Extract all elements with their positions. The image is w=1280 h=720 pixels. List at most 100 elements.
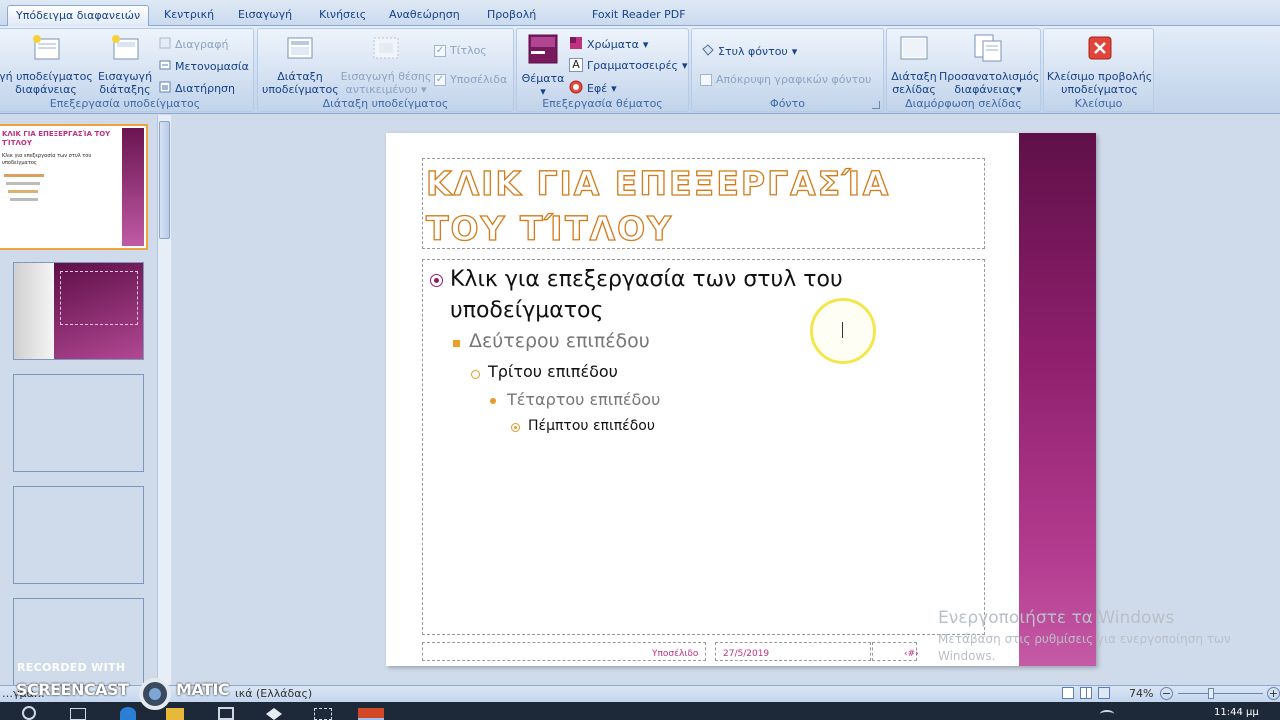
slide-number-text: ‹#› (904, 649, 919, 659)
level1-line2: υποδείγματος (450, 298, 604, 323)
tab-review[interactable]: Αναθεώρηση (381, 5, 468, 26)
page-setup-button[interactable]: Διάταξη σελίδας (891, 33, 937, 96)
thumbnails-scrollbar[interactable] (157, 115, 171, 685)
normal-view-icon[interactable] (1062, 687, 1074, 699)
colors-button[interactable]: Χρώματα ▾ (569, 36, 648, 53)
network-icon[interactable] (1100, 710, 1114, 718)
slide-decorative-sidebar (1019, 133, 1096, 666)
watermark-line1: Ενεργοποιήστε τα Windows (938, 608, 1175, 628)
dropbox-icon[interactable] (266, 708, 282, 720)
tab-slide-master[interactable]: Υπόδειγμα διαφανειών (7, 5, 150, 27)
tab-home[interactable]: Κεντρική (156, 5, 222, 26)
thumbnail-layout-3[interactable] (13, 374, 144, 472)
footers-checkbox[interactable]: ✓ Υποσέλιδα (434, 73, 507, 86)
slide-orientation-button[interactable]: Προσανατολισμός διαφάνειας▾ (939, 33, 1040, 96)
page-setup-label1: Διάταξη (891, 70, 937, 83)
close-master-label1: Κλείσιμο προβολής (1046, 70, 1153, 83)
zoom-slider[interactable] (1178, 688, 1263, 699)
zoom-in-icon[interactable]: + (1267, 687, 1280, 700)
rename-label: Μετονομασία (175, 60, 249, 73)
master-layout-label2: υποδείγματος (262, 83, 339, 96)
insert-slide-master-button[interactable]: γή υποδείγματος διαφάνειας (0, 33, 95, 96)
zoom-slider-thumb[interactable] (1208, 688, 1214, 699)
colors-label: Χρώματα (587, 38, 639, 51)
level3-text: Τρίτου επιπέδου (488, 362, 618, 381)
level2-bullet-icon (453, 340, 460, 347)
slide-canvas[interactable]: ΚΛΙΚ ΓΙΑ ΕΠΕΞΕΡΓΑΣΊΑ ΤΟΥ ΤΊΤΛΟΥ Κλικ για… (386, 133, 1096, 666)
ribbon: γή υποδείγματος διαφάνειας Εισαγωγή διάτ… (0, 26, 1280, 114)
thumbnail-master-sidebar (122, 128, 144, 246)
master-layout-button[interactable]: Διάταξη υποδείγματος (262, 33, 339, 96)
fonts-button[interactable]: A Γραμματοσειρές ▾ (569, 58, 688, 72)
delete-icon (159, 37, 171, 52)
zoom-level[interactable]: 74% (1129, 687, 1153, 700)
insert-placeholder-button[interactable]: Εισαγωγή θέσης αντικειμένου ▾ (340, 33, 432, 96)
group-label-master-layout: Διάταξη υποδείγματος (322, 97, 449, 110)
insert-placeholder-label1: Εισαγωγή θέσης (340, 70, 432, 83)
master-layout-label1: Διάταξη (277, 70, 323, 83)
powerpoint-taskbar-icon[interactable] (358, 708, 384, 720)
background-styles-button[interactable]: Στυλ φόντου ▾ (700, 43, 797, 60)
level2-text: Δεύτερου επιπέδου (469, 330, 650, 352)
thumbnail-layout-4[interactable] (13, 486, 144, 584)
insert-layout-button[interactable]: Εισαγωγή διάταξης (97, 33, 153, 96)
delete-button[interactable]: Διαγραφή (159, 37, 228, 52)
effects-icon (569, 80, 583, 97)
preserve-button[interactable]: Διατήρηση (159, 81, 235, 96)
themes-label: Θέματα (521, 72, 565, 85)
scrollbar-thumb[interactable] (159, 121, 170, 239)
group-label-background: Φόντο (770, 97, 805, 110)
group-close: Κλείσιμο προβολής υποδείγματος Κλείσιμο (1043, 28, 1154, 112)
title-checkbox[interactable]: ✓ Τίτλος (434, 44, 487, 57)
title-check-icon: ✓ (434, 44, 446, 57)
tab-view[interactable]: Προβολή (479, 5, 544, 26)
screencast-recorder-watermark: RECORDED WITH SCREENCAST MATIC (0, 660, 240, 710)
level4-bullet-icon (490, 398, 496, 404)
rename-button[interactable]: Μετονομασία (159, 59, 249, 74)
level1-bullet-icon (430, 274, 443, 287)
insert-placeholder-label2: αντικειμένου (345, 83, 418, 96)
thumbnail-title-layout[interactable] (13, 262, 144, 360)
group-edit-theme: Θέματα ▾ Χρώματα ▾ A Γραμματοσειρές ▾ Εφέ ▾ … (516, 28, 689, 112)
tab-animations[interactable]: Κινήσεις (311, 5, 374, 26)
zoom-out-icon[interactable]: − (1160, 687, 1173, 700)
background-styles-label: Στυλ φόντου (718, 45, 788, 58)
level1-text: Κλικ για επεξεργασία των στυλ του υποδεί… (450, 264, 843, 326)
title-checkbox-label: Τίτλος (450, 44, 487, 57)
delete-label: Διαγραφή (175, 38, 229, 51)
footer-text: Υποσέλιδο (652, 649, 699, 659)
insert-layout-label1: Εισαγωγή (97, 70, 153, 83)
level3-bullet-icon (471, 370, 480, 379)
group-edit-master: γή υποδείγματος διαφάνειας Εισαγωγή διάτ… (0, 28, 254, 112)
text-cursor-icon (842, 322, 844, 338)
effects-button[interactable]: Εφέ ▾ (569, 80, 617, 97)
taskbar-clock[interactable]: 11:44 μμ (1214, 707, 1259, 718)
slideshow-view-icon[interactable] (1098, 687, 1110, 699)
insert-master-label1: γή υποδείγματος (0, 70, 93, 83)
snipping-icon[interactable] (314, 708, 332, 720)
themes-button[interactable]: Θέματα ▾ (521, 33, 565, 98)
recorder-line1: RECORDED WITH (17, 661, 126, 674)
close-master-label2: υποδείγματος (1061, 83, 1138, 96)
rename-icon (159, 59, 171, 74)
orientation-label1: Προσανατολισμός (939, 70, 1040, 83)
screencast-logo-icon (139, 678, 171, 710)
thumbnail-master[interactable]: ΚΛΙΚ ΓΙΑ ΕΠΕΞΕΡΓΑΣΊΑ ΤΟΥ ΤΊΤΛΟΥ Κλικ για… (0, 124, 148, 250)
master-layout-icon (262, 33, 338, 66)
insert-master-icon (0, 33, 95, 66)
sorter-view-icon[interactable] (1080, 687, 1092, 699)
page-setup-icon (891, 33, 937, 66)
thumbnail-master-title: ΚΛΙΚ ΓΙΑ ΕΠΕΞΕΡΓΑΣΊΑ ΤΟΥ ΤΊΤΛΟΥ (2, 130, 111, 147)
tab-foxit[interactable]: Foxit Reader PDF (584, 5, 694, 26)
close-master-view-button[interactable]: Κλείσιμο προβολής υποδείγματος (1046, 33, 1153, 96)
fonts-icon: A (569, 58, 583, 72)
slide-title[interactable]: ΚΛΙΚ ΓΙΑ ΕΠΕΞΕΡΓΑΣΊΑ ΤΟΥ ΤΊΤΛΟΥ (425, 161, 946, 251)
windows-activation-watermark: Ενεργοποιήστε τα Windows Μετάβαση στις ρ… (938, 608, 1231, 663)
background-dialog-launcher-icon[interactable] (872, 101, 880, 109)
view-buttons (1062, 687, 1128, 701)
level5-text: Πέμπτου επιπέδου (528, 418, 655, 434)
hide-background-checkbox[interactable]: Απόκρυψη γραφικών φόντου (700, 73, 871, 86)
group-page-setup: Διάταξη σελίδας Προσανατολισμός διαφάνει… (886, 28, 1041, 112)
tab-insert[interactable]: Εισαγωγή (230, 5, 300, 26)
status-language[interactable]: ικά (Ελλάδας) (235, 687, 312, 700)
